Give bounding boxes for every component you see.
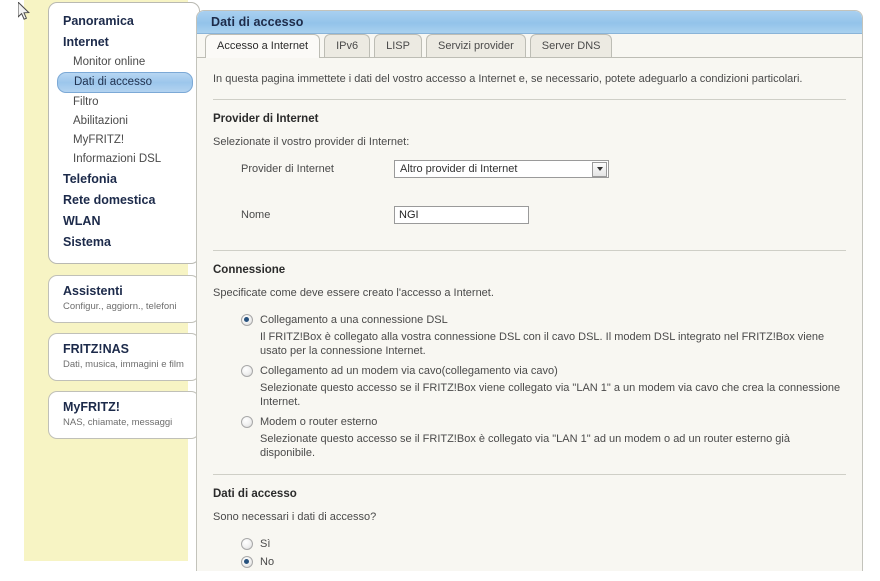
access-option-label: No — [260, 556, 275, 568]
section-title-dati-accesso: Dati di accesso — [213, 488, 297, 500]
provider-select[interactable]: Altro provider di Internet — [394, 160, 609, 178]
provider-label: Provider di Internet — [241, 163, 334, 175]
connection-option-external-modem[interactable]: Modem o router esterno — [213, 411, 846, 429]
panel-body: In questa pagina immettete i dati del vo… — [197, 58, 862, 571]
tab-servizi-provider[interactable]: Servizi provider — [425, 34, 526, 57]
tab-bar: Accesso a Internet IPv6 LISP Servizi provid… — [197, 34, 862, 58]
name-input[interactable] — [394, 206, 529, 224]
radio-icon[interactable] — [241, 556, 253, 568]
access-option-no[interactable]: No — [213, 551, 846, 569]
access-option-label: Sì — [260, 538, 271, 550]
card-subtitle: Configur., aggiorn., telefoni — [63, 301, 177, 312]
sidebar-item-telefonia[interactable]: Telefonia — [49, 169, 199, 190]
panel-header: Dati di accesso — [197, 11, 862, 34]
sidebar-item-sistema[interactable]: Sistema — [49, 232, 199, 253]
card-title: MyFRITZ! — [63, 400, 120, 414]
tab-server-dns[interactable]: Server DNS — [529, 34, 613, 57]
chevron-down-icon — [592, 161, 607, 177]
connection-option-label: Modem o router esterno — [260, 416, 378, 428]
sidebar-item-filtro[interactable]: Filtro — [49, 93, 199, 112]
sidebar-item-panoramica[interactable]: Panoramica — [49, 11, 199, 32]
sidebar-item-monitor-online[interactable]: Monitor online — [49, 53, 199, 72]
connection-option-label: Collegamento ad un modem via cavo(colleg… — [260, 365, 558, 377]
connection-option-description: Il FRITZ!Box è collegato alla vostra con… — [260, 331, 825, 357]
sidebar-card-assistenti[interactable]: Assistenti Configur., aggiorn., telefoni — [48, 275, 200, 323]
page-title: Dati di accesso — [211, 15, 304, 29]
card-subtitle: NAS, chiamate, messaggi — [63, 417, 173, 428]
connection-option-label: Collegamento a una connessione DSL — [260, 314, 448, 326]
card-title: Assistenti — [63, 284, 123, 298]
connection-option-cable[interactable]: Collegamento ad un modem via cavo(colleg… — [213, 360, 846, 378]
sidebar-item-abilitazioni[interactable]: Abilitazioni — [49, 112, 199, 131]
intro-text: In questa pagina immettete i dati del vo… — [213, 73, 803, 85]
tab-accesso-a-internet[interactable]: Accesso a Internet — [205, 34, 321, 58]
page-root: Panoramica Internet Monitor online Dati … — [0, 0, 880, 581]
section-subtitle-connessione: Specificate come deve essere creato l'ac… — [213, 287, 494, 299]
sidebar-card-fritznas[interactable]: FRITZ!NAS Dati, musica, immagini e film — [48, 333, 200, 381]
section-title-connessione: Connessione — [213, 264, 286, 276]
sidebar-item-dati-di-accesso[interactable]: Dati di accesso — [57, 72, 193, 93]
nav-menu: Panoramica Internet Monitor online Dati … — [48, 2, 200, 264]
connection-option-description: Selezionate questo accesso se il FRITZ!B… — [260, 433, 790, 459]
card-subtitle: Dati, musica, immagini e film — [63, 359, 184, 370]
radio-icon[interactable] — [241, 538, 253, 550]
card-title: FRITZ!NAS — [63, 342, 129, 356]
section-subtitle-provider: Selezionate il vostro provider di Intern… — [213, 136, 410, 148]
sidebar-item-rete-domestica[interactable]: Rete domestica — [49, 190, 199, 211]
sidebar-card-myfritz[interactable]: MyFRITZ! NAS, chiamate, messaggi — [48, 391, 200, 439]
sidebar-item-informazioni-dsl[interactable]: Informazioni DSL — [49, 150, 199, 169]
name-row: Nome — [213, 204, 846, 226]
name-label: Nome — [241, 209, 271, 221]
radio-icon[interactable] — [241, 365, 253, 377]
sidebar-item-internet[interactable]: Internet — [49, 32, 199, 53]
sidebar: Panoramica Internet Monitor online Dati … — [24, 0, 200, 561]
sidebar-item-wlan[interactable]: WLAN — [49, 211, 199, 232]
provider-row: Provider di Internet Altro provider di I… — [213, 158, 846, 180]
radio-icon[interactable] — [241, 314, 253, 326]
content-panel: Dati di accesso Accesso a Internet IPv6 LI… — [196, 10, 863, 571]
tab-ipv6[interactable]: IPv6 — [324, 34, 371, 57]
section-subtitle-dati-accesso: Sono necessari i dati di accesso? — [213, 511, 377, 523]
sidebar-item-myfritz[interactable]: MyFRITZ! — [49, 131, 199, 150]
section-title-provider: Provider di Internet — [213, 113, 319, 125]
connection-option-description: Selezionate questo accesso se il FRITZ!B… — [260, 382, 841, 408]
radio-icon[interactable] — [241, 416, 253, 428]
provider-select-value: Altro provider di Internet — [400, 163, 518, 175]
access-option-si[interactable]: Sì — [213, 533, 846, 551]
tab-lisp[interactable]: LISP — [374, 34, 422, 57]
connection-option-dsl[interactable]: Collegamento a una connessione DSL — [213, 309, 846, 327]
